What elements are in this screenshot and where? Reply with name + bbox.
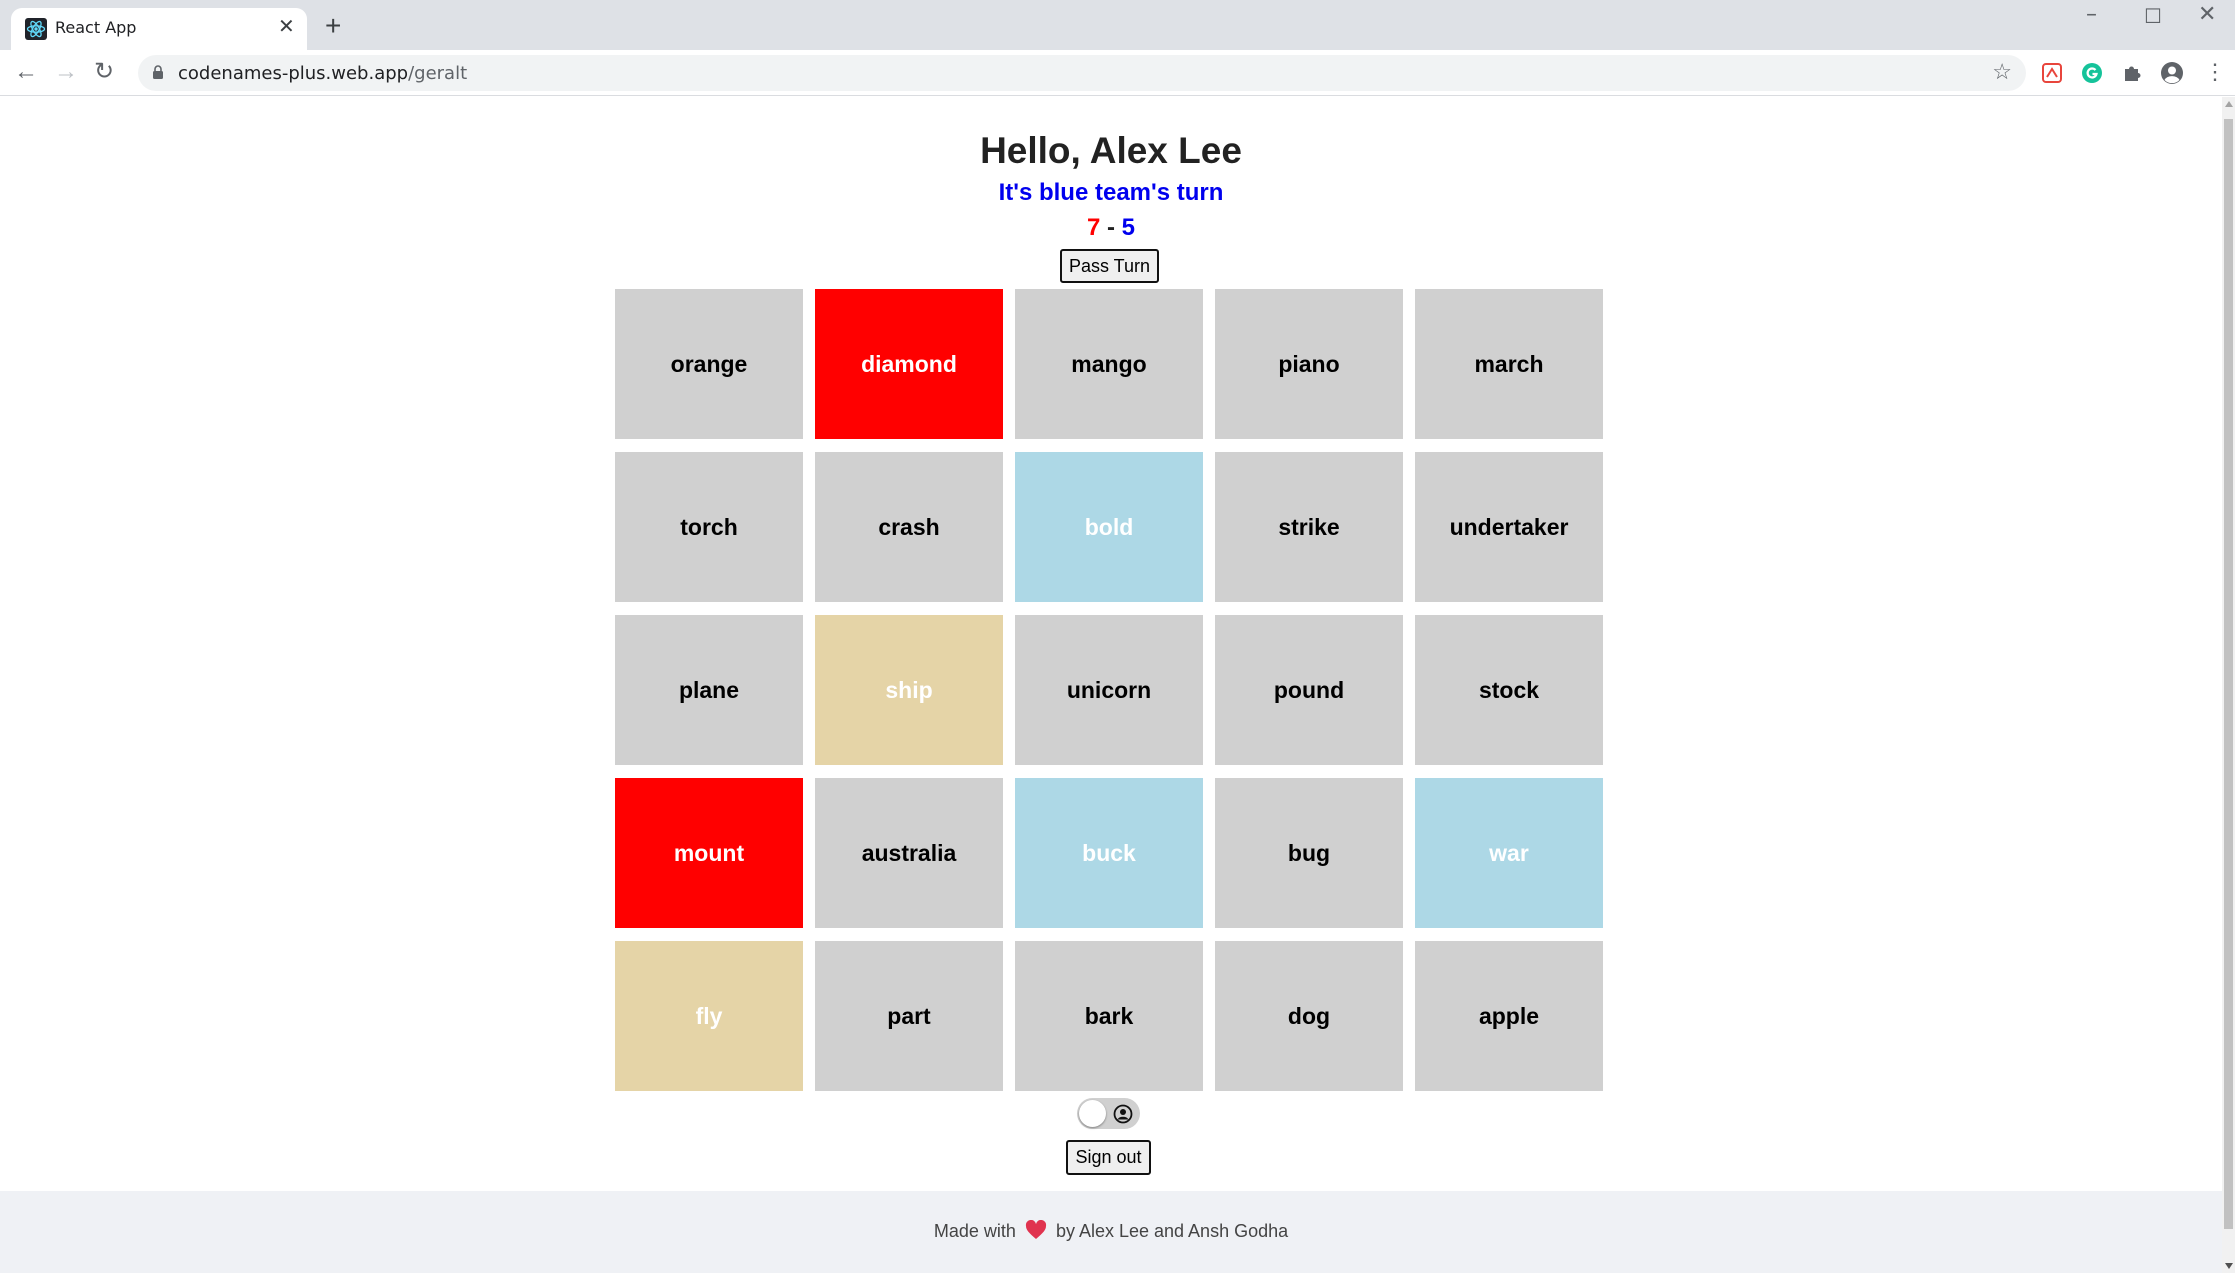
card-piano[interactable]: piano — [1215, 289, 1403, 439]
card-mango[interactable]: mango — [1015, 289, 1203, 439]
menu-icon[interactable]: ⋮ — [2204, 59, 2226, 85]
footer-suffix: by Alex Lee and Ansh Godha — [1055, 1221, 1289, 1241]
card-unicorn[interactable]: unicorn — [1015, 615, 1203, 765]
sign-out-button[interactable]: Sign out — [1066, 1140, 1151, 1175]
card-torch[interactable]: torch — [615, 452, 803, 602]
card-diamond[interactable]: diamond — [815, 289, 1003, 439]
window-close-icon[interactable]: ✕ — [2198, 2, 2216, 27]
scroll-thumb[interactable] — [2224, 119, 2233, 1229]
card-plane[interactable]: plane — [615, 615, 803, 765]
pass-turn-button[interactable]: Pass Turn — [1060, 249, 1159, 283]
score-separator: - — [1100, 214, 1122, 241]
browser-tab[interactable]: React App ✕ — [11, 8, 307, 50]
card-crash[interactable]: crash — [815, 452, 1003, 602]
card-bark[interactable]: bark — [1015, 941, 1203, 1091]
card-war[interactable]: war — [1415, 778, 1603, 928]
footer-text: Made with by Alex Lee and Ansh Godha — [0, 1220, 2222, 1242]
blue-score: 5 — [1121, 214, 1136, 241]
turn-indicator: It's blue team's turn — [998, 179, 1224, 206]
toggle-knob — [1079, 1100, 1106, 1127]
page-scrollbar[interactable] — [2222, 97, 2235, 1273]
game-board: orange diamond mango piano march torch crash bo… — [615, 289, 1603, 1091]
url-text: codenames-plus.web.app/geralt — [178, 63, 468, 84]
star-icon[interactable]: ☆ — [1992, 59, 2012, 85]
plus-icon[interactable]: + — [325, 12, 341, 40]
browser-toolbar: ← → ↻ codenames-plus.web.app/geralt ☆ ⋮ — [0, 50, 2235, 96]
card-ship[interactable]: ship — [815, 615, 1003, 765]
card-strike[interactable]: strike — [1215, 452, 1403, 602]
scroll-up-icon[interactable] — [2225, 101, 2233, 107]
card-part[interactable]: part — [815, 941, 1003, 1091]
card-pound[interactable]: pound — [1215, 615, 1403, 765]
profile-icon[interactable] — [2160, 61, 2184, 85]
tab-title: React App — [55, 18, 137, 37]
card-apple[interactable]: apple — [1415, 941, 1603, 1091]
lock-icon — [153, 65, 163, 79]
spymaster-toggle[interactable] — [1077, 1098, 1140, 1129]
grammarly-icon[interactable] — [2080, 61, 2104, 85]
puzzle-icon[interactable] — [2120, 61, 2144, 85]
scroll-down-icon[interactable] — [2225, 1263, 2233, 1269]
minimize-icon[interactable]: – — [2086, 2, 2097, 27]
pdf-extension-icon[interactable] — [2040, 61, 2064, 85]
card-bold[interactable]: bold — [1015, 452, 1203, 602]
red-score: 7 — [1086, 214, 1101, 241]
back-icon[interactable]: ← — [14, 59, 38, 85]
card-stock[interactable]: stock — [1415, 615, 1603, 765]
card-bug[interactable]: bug — [1215, 778, 1403, 928]
card-australia[interactable]: australia — [815, 778, 1003, 928]
card-buck[interactable]: buck — [1015, 778, 1203, 928]
close-icon[interactable]: ✕ — [278, 16, 295, 38]
maximize-icon[interactable]: ☐ — [2144, 4, 2162, 28]
react-favicon — [25, 18, 47, 40]
score-display: 7 - 5 — [0, 214, 2222, 242]
heart-icon — [1025, 1220, 1046, 1239]
address-bar[interactable]: codenames-plus.web.app/geralt ☆ — [138, 55, 2026, 91]
card-mount[interactable]: mount — [615, 778, 803, 928]
card-fly[interactable]: fly — [615, 941, 803, 1091]
card-undertaker[interactable]: undertaker — [1415, 452, 1603, 602]
card-dog[interactable]: dog — [1215, 941, 1403, 1091]
card-orange[interactable]: orange — [615, 289, 803, 439]
person-icon — [1113, 1104, 1133, 1124]
page-content: Hello, Alex Lee It's blue team's turn 7 … — [0, 97, 2222, 1273]
greeting-heading: Hello, Alex Lee — [980, 130, 1242, 171]
footer: Made with by Alex Lee and Ansh Godha — [0, 1191, 2222, 1273]
browser-tab-bar: React App ✕ + – ☐ ✕ — [0, 0, 2235, 50]
card-march[interactable]: march — [1415, 289, 1603, 439]
footer-prefix: Made with — [933, 1221, 1016, 1241]
forward-icon[interactable]: → — [54, 59, 78, 85]
reload-icon[interactable]: ↻ — [94, 59, 114, 85]
